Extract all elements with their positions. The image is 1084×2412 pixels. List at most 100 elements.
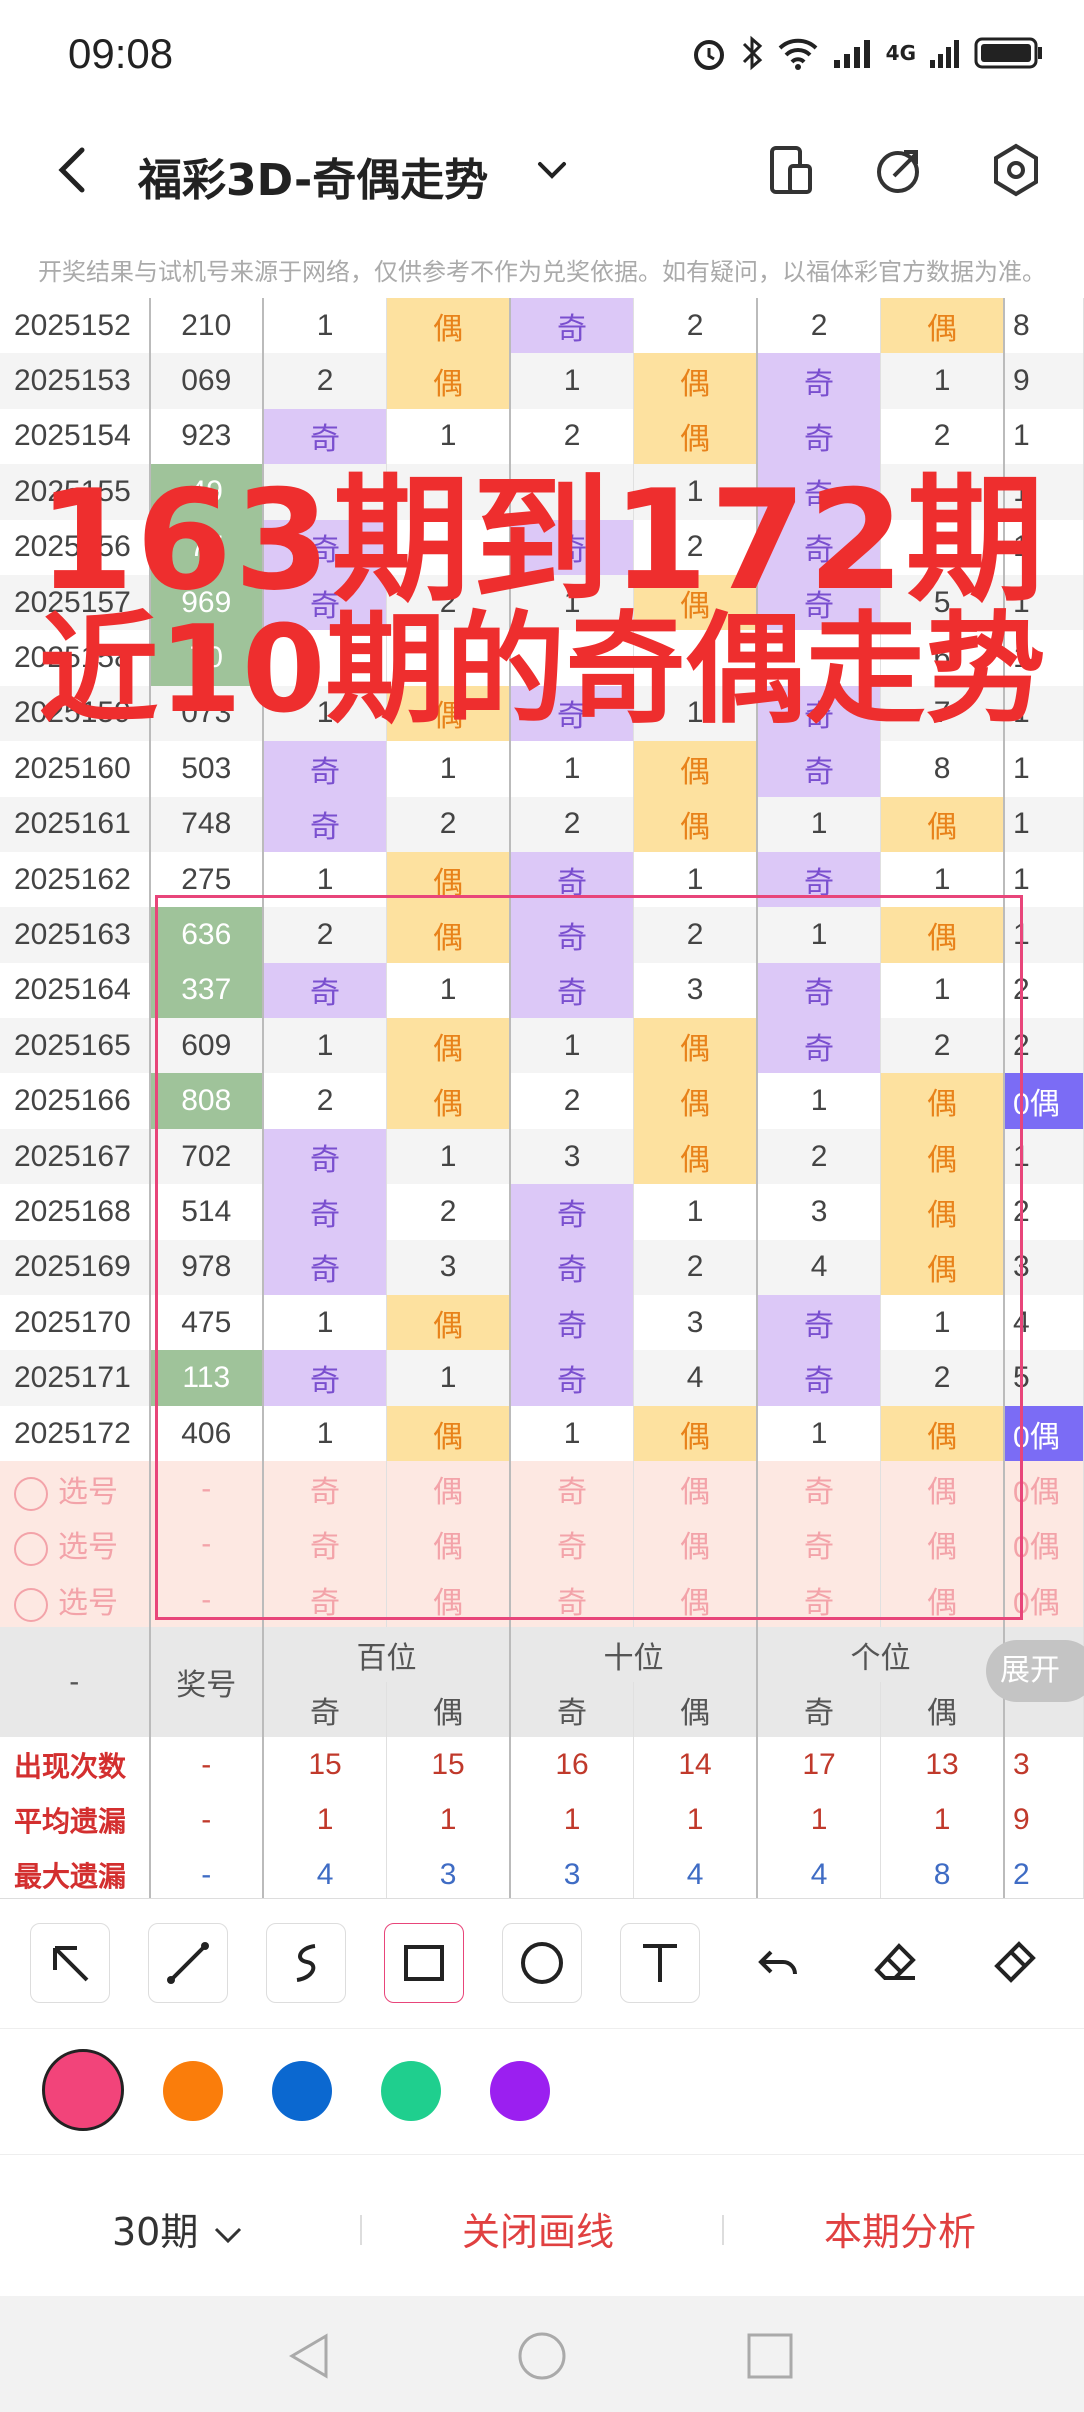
period-analysis-button[interactable]: 本期分析 [824,2201,976,2256]
sub-header: 偶 [386,1682,512,1738]
close-drawing-button[interactable]: 关闭画线 [462,2201,614,2256]
eraser-icon[interactable] [856,1923,936,2003]
settings-icon[interactable] [988,142,1044,198]
parity-cell: 1 [757,796,882,852]
stats-label: 最大遗漏 [0,1847,151,1898]
clear-brush-icon[interactable] [974,1923,1054,2003]
stats-row: 出现次数 -15 15 16 14 17 13 3 [0,1737,1084,1793]
stats-value: 8 [880,1847,1006,1898]
radio-icon[interactable] [14,1532,48,1567]
stats-value: 9 [1004,1792,1084,1848]
radio-icon[interactable] [14,1587,48,1622]
parity-cell: 9 [1004,353,1084,409]
app-header: 福彩3D-奇偶走势 [0,116,1084,224]
nav-home-icon[interactable] [516,2330,568,2382]
nav-recents-icon[interactable] [746,2332,794,2380]
freehand-tool-icon[interactable] [266,1923,346,2003]
issue-cell: 2025169 [0,1239,151,1296]
parity-cell: 2 [510,796,635,852]
parity-cell: 奇 [757,353,882,409]
parity-cell: 2 [757,298,882,354]
share-icon[interactable] [872,142,928,198]
issue-cell: 2025166 [0,1073,151,1129]
text-tool-icon[interactable] [620,1923,700,2003]
parity-cell: 1 [386,741,512,797]
phone-layout-icon[interactable] [762,142,818,198]
parity-cell: 2 [263,353,388,409]
radio-icon[interactable] [14,1476,48,1511]
select-cell[interactable]: 选号 [0,1571,151,1628]
bottom-bar: 30期 关闭画线 本期分析 [0,2154,1084,2296]
parity-cell: 偶 [633,796,759,852]
footer-dash: - [0,1627,151,1738]
page-title[interactable]: 福彩3D-奇偶走势 [138,144,488,208]
stats-value: 15 [263,1737,388,1793]
stats-row: 平均遗漏 -1 1 1 1 1 1 9 [0,1792,1084,1848]
drawn-rectangle[interactable] [155,895,1023,1620]
nav-back-icon[interactable] [284,2330,334,2382]
select-cell[interactable]: 选号 [0,1516,151,1572]
color-palette [0,2028,1084,2154]
stats-value: 17 [757,1737,882,1793]
prize-number-cell: 748 [149,796,265,852]
parity-cell: 1 [263,298,388,354]
stats-dash: - [149,1737,265,1793]
parity-cell: 奇 [263,796,388,852]
clock: 09:08 [68,30,174,77]
issue-cell: 2025168 [0,1184,151,1240]
system-nav-bar [0,2296,1084,2412]
circle-tool-icon[interactable] [502,1923,582,2003]
stats-value: 3 [386,1847,512,1898]
signal-icon-2 [930,40,959,68]
overlay-title-line2: 近10期的奇偶走势 [38,601,1046,740]
color-orange[interactable] [163,2061,223,2121]
arrow-tool-icon[interactable] [30,1923,110,2003]
line-tool-icon[interactable] [148,1923,228,2003]
select-label: 选号 [58,1586,118,1620]
stats-label: 出现次数 [0,1737,151,1793]
select-cell[interactable]: 选号 [0,1461,151,1517]
footer-header-row: - 奖号 百位 十位 个位 [0,1627,1084,1738]
issue-cell: 2025170 [0,1295,151,1351]
chevron-down-icon[interactable] [530,150,574,190]
expand-button[interactable]: 展开 [986,1640,1084,1702]
issue-cell: 2025172 [0,1405,151,1462]
color-green[interactable] [381,2061,441,2121]
stats-value: 16 [510,1737,635,1793]
stats-value: 1 [757,1792,882,1848]
parity-cell: 偶 [633,741,759,797]
issue-cell: 2025165 [0,1018,151,1074]
prize-label: 奖号 [149,1627,265,1738]
stats-value: 1 [263,1792,388,1848]
stats-value: 14 [633,1737,759,1793]
group-header: 百位 [263,1627,512,1683]
color-pink[interactable] [42,2049,124,2131]
back-icon[interactable] [48,142,98,198]
table-row: 2025153 069 2 偶 1 偶奇 1 9 [0,353,1084,409]
parity-cell: 偶 [880,796,1006,852]
sub-header: 偶 [633,1682,759,1738]
disclaimer-text: 开奖结果与试机号来源于网络，仅供参考不作为兑奖依据。如有疑问，以福体彩官方数据为… [38,258,1046,286]
prize-number-cell: 069 [149,353,265,409]
period-select[interactable]: 30期 [112,2201,246,2256]
stats-value: 2 [1004,1847,1084,1898]
issue-cell: 2025171 [0,1350,151,1406]
chevron-down-icon [215,2227,242,2243]
status-icons: 4G [690,34,1044,72]
select-label: 选号 [58,1531,118,1565]
issue-cell: 2025167 [0,1128,151,1185]
stats-value: 4 [633,1847,759,1898]
issue-cell: 2025164 [0,962,151,1019]
stats-value: 3 [1004,1737,1084,1793]
issue-cell: 2025163 [0,907,151,963]
table-row: 2025152 210 1 偶奇 2 2 偶 8 [0,298,1084,354]
signal-icon [833,40,870,68]
stats-dash: - [149,1847,265,1898]
rectangle-tool-icon[interactable] [384,1923,464,2003]
color-blue[interactable] [272,2061,332,2121]
color-purple[interactable] [490,2061,550,2121]
group-header: 十位 [510,1627,759,1683]
issue-cell: 2025162 [0,851,151,908]
table-row: 2025161 748 奇 2 2 偶 1 偶 1 [0,796,1084,852]
undo-icon[interactable] [738,1923,818,2003]
